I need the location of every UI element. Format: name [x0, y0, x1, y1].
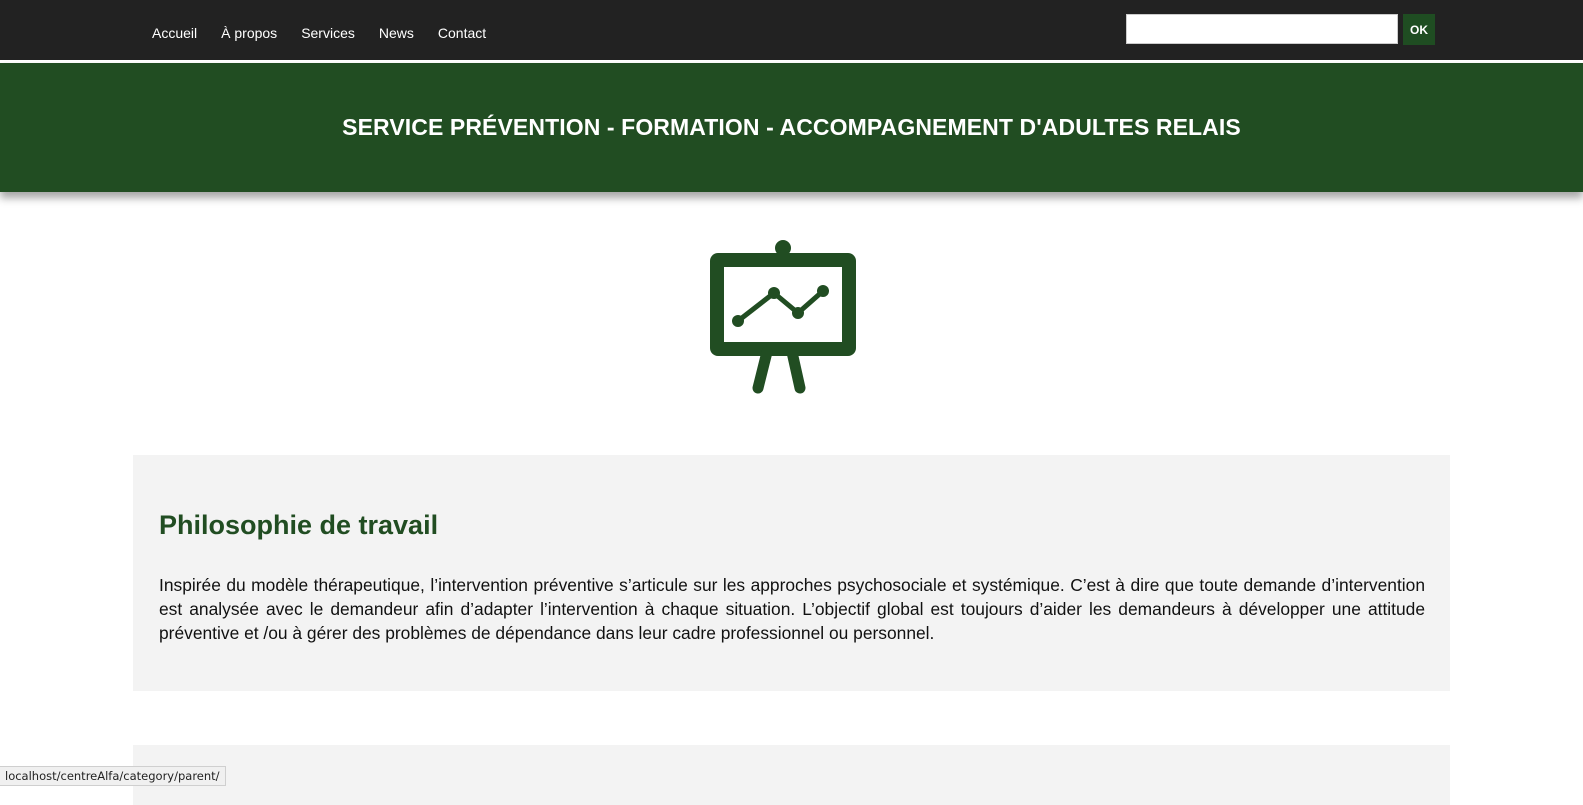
section-title: Philosophie de travail: [159, 510, 439, 540]
search-submit-button[interactable]: OK: [1403, 14, 1435, 45]
nav-item-contact[interactable]: Contact: [438, 23, 486, 43]
page-banner: SERVICE PRÉVENTION - FORMATION - ACCOMPA…: [0, 63, 1583, 192]
main-nav: Accueil À propos Services News Contact: [152, 23, 510, 43]
philosophy-section: Philosophie de travail Inspirée du modèl…: [133, 455, 1450, 691]
next-section: [133, 745, 1450, 805]
search-input[interactable]: [1126, 14, 1398, 44]
nav-item-services[interactable]: Services: [301, 23, 355, 43]
status-bar-url: localhost/centreAlfa/category/parent/: [0, 766, 226, 786]
section-body: Inspirée du modèle thérapeutique, l’inte…: [159, 575, 1425, 643]
page-title: SERVICE PRÉVENTION - FORMATION - ACCOMPA…: [342, 114, 1241, 140]
nav-item-news[interactable]: News: [379, 23, 414, 43]
nav-item-a-propos[interactable]: À propos: [221, 23, 277, 43]
nav-item-accueil[interactable]: Accueil: [152, 23, 197, 43]
presentation-board-chart-icon: [710, 240, 866, 396]
